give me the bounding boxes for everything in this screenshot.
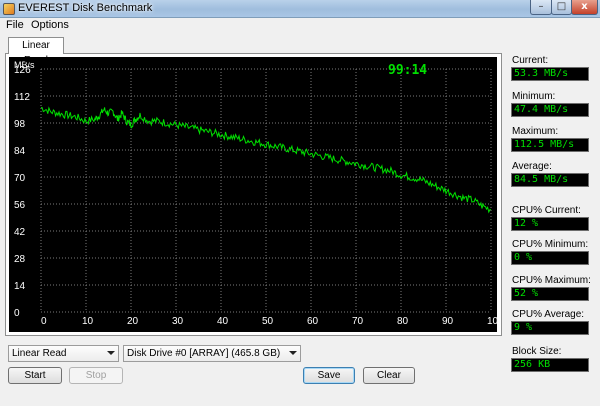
chevron-down-icon bbox=[107, 351, 115, 355]
x-tick-label: 10 bbox=[82, 316, 94, 327]
tab-linear-read[interactable]: Linear Read bbox=[8, 37, 64, 66]
maximize-button[interactable]: □ bbox=[551, 0, 572, 15]
stat-label: CPU% Minimum: bbox=[512, 239, 589, 250]
y-tick-label: 28 bbox=[14, 254, 26, 265]
y-tick-label: 70 bbox=[14, 173, 26, 184]
stat-label: Minimum: bbox=[512, 91, 556, 102]
clear-button[interactable]: Clear bbox=[363, 367, 415, 384]
x-tick-label: 20 bbox=[127, 316, 139, 327]
y-tick-label: 42 bbox=[14, 227, 26, 238]
elapsed-timer: 99:14 bbox=[388, 63, 428, 78]
x-tick-label: 90 bbox=[442, 316, 454, 327]
stat-label: CPU% Maximum: bbox=[512, 275, 591, 286]
x-tick-label: 100 % bbox=[487, 316, 497, 327]
stat-value: 256 KB bbox=[511, 358, 589, 372]
app-icon bbox=[3, 3, 15, 15]
y-tick-label: 98 bbox=[14, 119, 26, 130]
y-tick-label: 0 bbox=[14, 308, 20, 319]
y-tick-label: 84 bbox=[14, 146, 26, 157]
save-button[interactable]: Save bbox=[303, 367, 355, 384]
minimize-button[interactable]: – bbox=[530, 0, 552, 15]
test-type-select[interactable]: Linear Read bbox=[8, 345, 119, 362]
x-tick-label: 80 bbox=[397, 316, 409, 327]
stat-value: 0 % bbox=[511, 251, 589, 265]
stat-label: Maximum: bbox=[512, 126, 559, 137]
stat-value: 47.4 MB/s bbox=[511, 103, 589, 117]
y-tick-label: 56 bbox=[14, 200, 26, 211]
menu-bar: File Options bbox=[0, 18, 600, 32]
x-tick-label: 40 bbox=[217, 316, 229, 327]
stat-value: 53.3 MB/s bbox=[511, 67, 589, 81]
x-tick-label: 0 bbox=[41, 316, 47, 327]
chevron-down-icon bbox=[289, 351, 297, 355]
close-button[interactable]: x bbox=[571, 0, 598, 15]
stat-label: CPU% Average: bbox=[512, 309, 585, 320]
window-title: EVEREST Disk Benchmark bbox=[18, 2, 153, 14]
stat-value: 84.5 MB/s bbox=[511, 173, 589, 187]
stat-label: Block Size: bbox=[512, 346, 562, 357]
drive-value: Disk Drive #0 [ARRAY] (465.8 GB) bbox=[127, 348, 281, 359]
stat-value: 9 % bbox=[511, 321, 589, 335]
stat-label: CPU% Current: bbox=[512, 205, 581, 216]
stat-label: Average: bbox=[512, 161, 552, 172]
benchmark-graph: 0102030405060708090100 %1261129884705642… bbox=[9, 57, 497, 332]
stop-button[interactable]: Stop bbox=[69, 367, 123, 384]
stat-value: 112.5 MB/s bbox=[511, 138, 589, 152]
start-button[interactable]: Start bbox=[8, 367, 62, 384]
x-tick-label: 70 bbox=[352, 316, 364, 327]
stat-label: Current: bbox=[512, 55, 549, 66]
y-tick-label: 14 bbox=[14, 281, 26, 292]
title-bar: EVEREST Disk Benchmark – □ x bbox=[0, 0, 600, 18]
stat-value: 52 % bbox=[511, 287, 589, 301]
drive-select[interactable]: Disk Drive #0 [ARRAY] (465.8 GB) bbox=[123, 345, 301, 362]
y-tick-label: 112 bbox=[14, 92, 30, 103]
stat-value: 12 % bbox=[511, 217, 589, 231]
x-tick-label: 50 bbox=[262, 316, 274, 327]
menu-file[interactable]: File bbox=[6, 19, 24, 31]
menu-options[interactable]: Options bbox=[31, 19, 69, 31]
graph-canvas: 0102030405060708090100 %1261129884705642… bbox=[14, 60, 497, 327]
x-tick-label: 60 bbox=[307, 316, 319, 327]
x-tick-label: 30 bbox=[172, 316, 184, 327]
test-type-value: Linear Read bbox=[12, 348, 67, 359]
